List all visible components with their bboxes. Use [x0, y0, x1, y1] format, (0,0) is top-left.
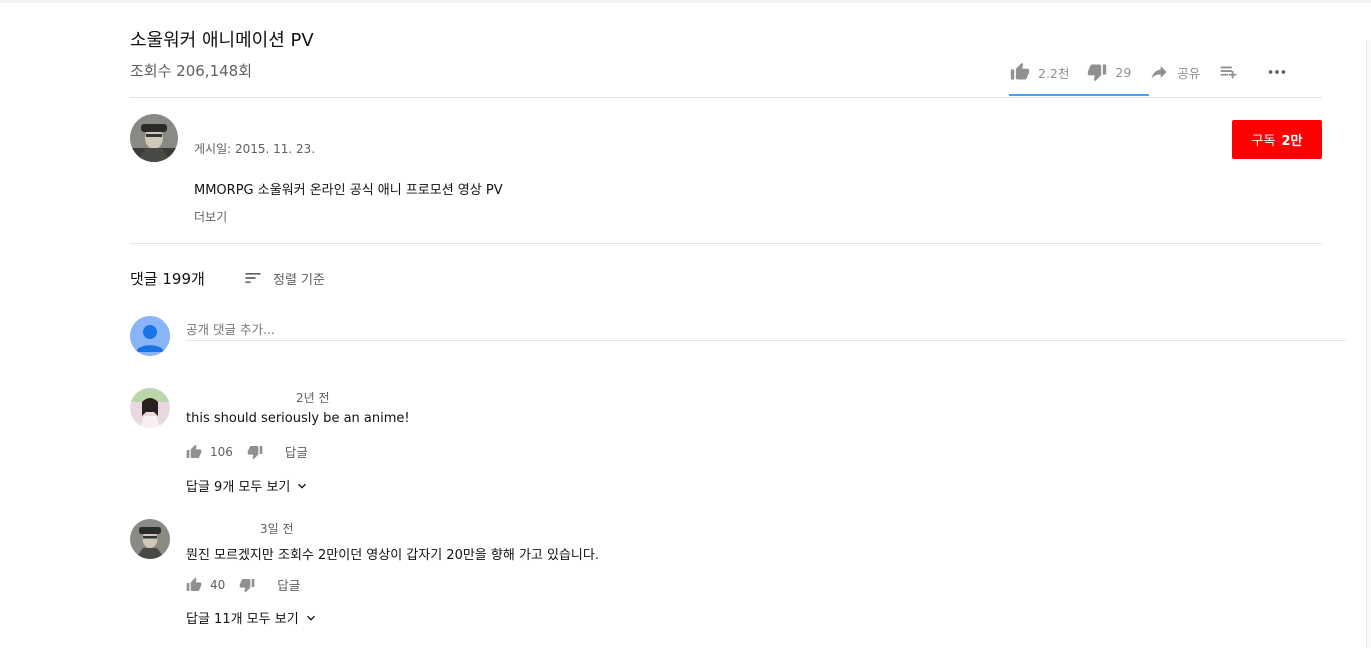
- comment-time: 3일 전: [260, 522, 294, 536]
- view-replies-button[interactable]: 답글 11개 모두 보기: [186, 608, 319, 627]
- comment-like-count: 40: [210, 577, 226, 592]
- share-label: 공유: [1177, 65, 1201, 81]
- view-replies-label: 답글 9개 모두 보기: [186, 480, 291, 495]
- comment-avatar[interactable]: [130, 388, 170, 428]
- save-to-playlist-button[interactable]: [1218, 61, 1248, 83]
- reply-button[interactable]: 답글: [285, 442, 308, 461]
- channel-avatar[interactable]: [130, 114, 178, 162]
- sort-label: 정렬 기준: [273, 272, 325, 288]
- video-description: MMORPG 소울워커 온라인 공식 애니 프로모션 영상 PV: [194, 183, 503, 198]
- dislike-count: 29: [1115, 64, 1132, 80]
- thumbs-down-icon: [1088, 64, 1107, 82]
- dislike-button[interactable]: 29: [1087, 62, 1131, 82]
- like-ratio-bar: [1009, 94, 1149, 96]
- comment-text: this should seriously be an anime!: [186, 411, 410, 426]
- comment-like-icon[interactable]: [186, 444, 202, 460]
- video-actions: 2.2천 29 공유: [1010, 60, 1314, 84]
- view-count: 조회수 206,148회: [130, 62, 252, 80]
- subscribe-button[interactable]: 구독 2만: [1232, 120, 1322, 159]
- divider: [130, 243, 1322, 244]
- comment-like-count: 106: [210, 444, 233, 459]
- chevron-down-icon: [306, 615, 315, 621]
- comment-time: 2년 전: [296, 391, 330, 405]
- subscribe-label: 구독: [1251, 134, 1276, 149]
- comment-count: 댓글 199개: [130, 270, 205, 288]
- comment-avatar[interactable]: [130, 519, 170, 559]
- view-replies-label: 답글 11개 모두 보기: [186, 612, 299, 627]
- comment-actions: 106 답글: [186, 442, 308, 461]
- add-comment-input[interactable]: [186, 318, 1346, 341]
- share-icon: [1151, 66, 1167, 79]
- thumbs-up-icon: [1010, 62, 1030, 80]
- sort-icon: [245, 273, 261, 283]
- subscriber-count: 2만: [1281, 134, 1303, 149]
- comment-actions: 40 답글: [186, 575, 300, 594]
- top-border: [0, 0, 1371, 3]
- more-horizontal-icon: [1269, 70, 1286, 74]
- like-count: 2.2천: [1038, 65, 1070, 81]
- comment-dislike-icon[interactable]: [247, 444, 263, 460]
- user-avatar: [130, 316, 170, 356]
- like-button[interactable]: 2.2천: [1010, 62, 1069, 82]
- chevron-down-icon: [298, 483, 307, 489]
- divider: [130, 97, 1322, 98]
- comment-text: 뭔진 모르겠지만 조회수 2만이던 영상이 갑자기 20만을 향해 가고 있습니…: [186, 548, 599, 563]
- published-date: 게시일: 2015. 11. 23.: [194, 142, 316, 156]
- more-actions-button[interactable]: [1266, 61, 1296, 83]
- comment-dislike-icon[interactable]: [239, 577, 255, 593]
- view-replies-button[interactable]: 답글 9개 모두 보기: [186, 476, 310, 495]
- share-button[interactable]: 공유: [1149, 62, 1200, 82]
- comment-like-icon[interactable]: [186, 577, 202, 593]
- playlist-add-icon: [1221, 66, 1237, 79]
- reply-button[interactable]: 답글: [277, 575, 300, 594]
- video-title: 소울워커 애니메이션 PV: [130, 30, 314, 51]
- scrollbar[interactable]: [1366, 40, 1371, 648]
- sort-button[interactable]: 정렬 기준: [243, 268, 325, 288]
- show-more-link[interactable]: 더보기: [194, 208, 227, 225]
